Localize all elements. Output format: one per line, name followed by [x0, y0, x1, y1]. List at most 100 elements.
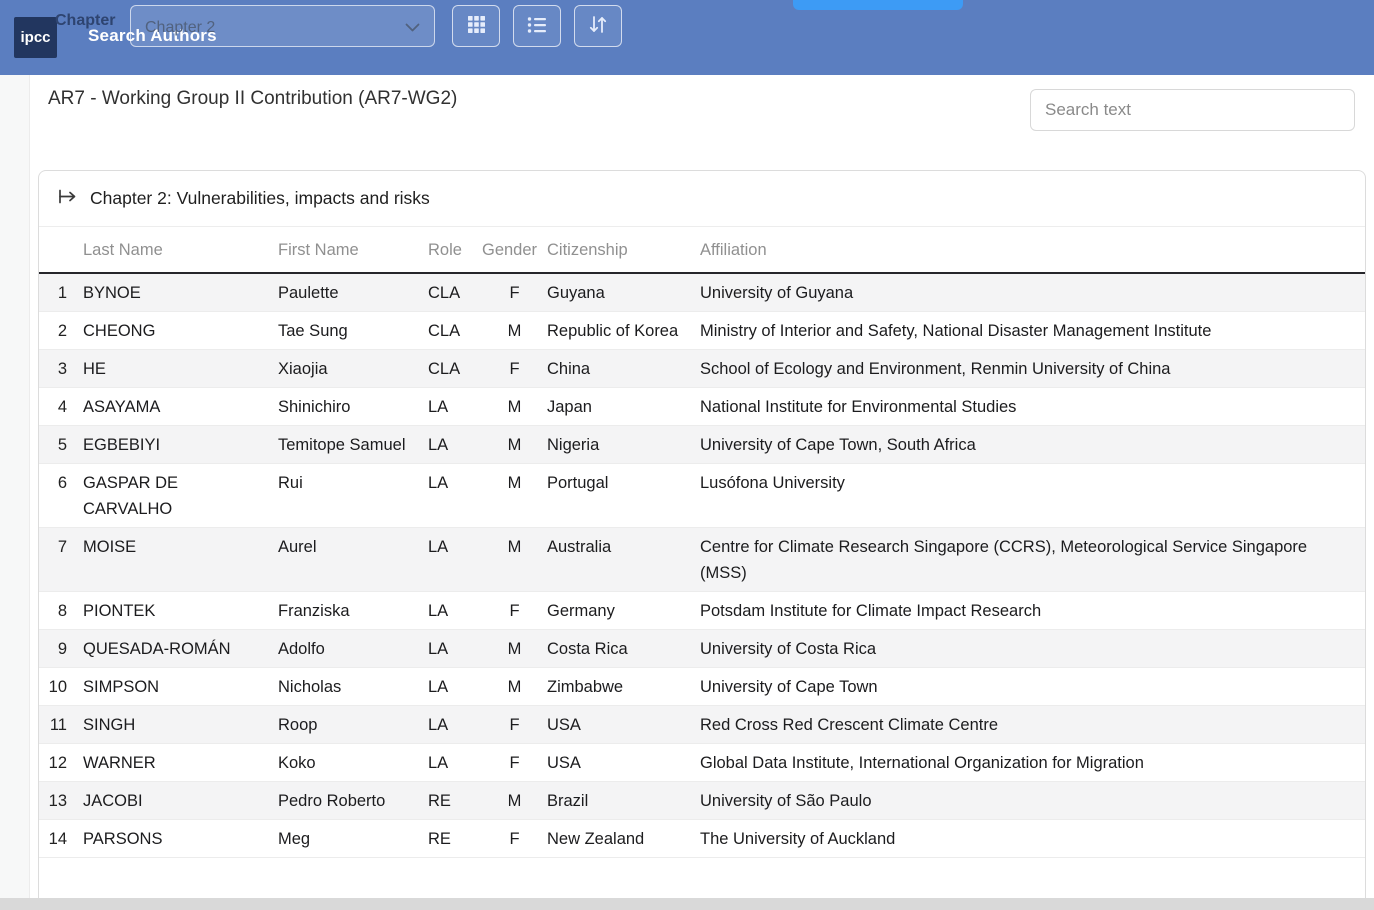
- search-input[interactable]: [1030, 89, 1355, 131]
- cell-role: CLA: [428, 350, 482, 387]
- chapter-card-title: Chapter 2: Vulnerabilities, impacts and …: [90, 188, 430, 209]
- table-body: 1 BYNOE Paulette CLA F Guyana University…: [39, 274, 1365, 858]
- cell-affiliation: Ministry of Interior and Safety, Nationa…: [700, 312, 1365, 349]
- grid-view-button[interactable]: [452, 5, 500, 47]
- table-row[interactable]: 11 SINGH Roop LA F USA Red Cross Red Cre…: [39, 706, 1365, 744]
- cell-gender: M: [482, 528, 547, 565]
- cell-gender: F: [482, 820, 547, 857]
- cell-citizenship: Japan: [547, 388, 700, 425]
- sort-button[interactable]: [574, 5, 622, 47]
- cell-last-name: ASAYAMA: [83, 388, 278, 425]
- cell-role: LA: [428, 744, 482, 781]
- table-row[interactable]: 9 QUESADA-ROMÁN Adolfo LA M Costa Rica U…: [39, 630, 1365, 668]
- table-row[interactable]: 13 JACOBI Pedro Roberto RE M Brazil Univ…: [39, 782, 1365, 820]
- cell-affiliation: National Institute for Environmental Stu…: [700, 388, 1365, 425]
- cell-first-name: Aurel: [278, 528, 428, 565]
- cell-role: RE: [428, 820, 482, 857]
- cell-role: LA: [428, 630, 482, 667]
- list-icon: [527, 16, 547, 37]
- column-header-citizenship[interactable]: Citizenship: [547, 227, 700, 272]
- cell-role: LA: [428, 464, 482, 501]
- cell-first-name: Meg: [278, 820, 428, 857]
- cell-citizenship: USA: [547, 744, 700, 781]
- cell-gender: F: [482, 350, 547, 387]
- cell-role: LA: [428, 706, 482, 743]
- table-row[interactable]: 4 ASAYAMA Shinichiro LA M Japan National…: [39, 388, 1365, 426]
- table-row[interactable]: 2 CHEONG Tae Sung CLA M Republic of Kore…: [39, 312, 1365, 350]
- row-number: 7: [39, 528, 83, 565]
- row-number: 6: [39, 464, 83, 501]
- cell-first-name: Rui: [278, 464, 428, 501]
- cell-first-name: Xiaojia: [278, 350, 428, 387]
- cell-last-name: HE: [83, 350, 278, 387]
- column-header-affiliation[interactable]: Affiliation: [700, 227, 1365, 272]
- top-header: ipcc Search Authors Chapter Chapter 2: [0, 0, 1374, 75]
- cell-affiliation: University of Guyana: [700, 274, 1365, 311]
- cell-last-name: JACOBI: [83, 782, 278, 819]
- cell-last-name: SIMPSON: [83, 668, 278, 705]
- table-row[interactable]: 6 GASPAR DE CARVALHO Rui LA M Portugal L…: [39, 464, 1365, 528]
- cell-last-name: QUESADA-ROMÁN: [83, 630, 278, 667]
- content-area: AR7 - Working Group II Contribution (AR7…: [0, 75, 1374, 910]
- cell-first-name: Temitope Samuel: [278, 426, 428, 463]
- column-header-last-name[interactable]: Last Name: [83, 227, 278, 272]
- table-header-row: Last Name First Name Role Gender Citizen…: [39, 227, 1365, 274]
- column-header-index: [39, 227, 83, 246]
- cell-gender: M: [482, 388, 547, 425]
- cell-last-name: BYNOE: [83, 274, 278, 311]
- cell-citizenship: Guyana: [547, 274, 700, 311]
- cell-citizenship: Zimbabwe: [547, 668, 700, 705]
- cell-affiliation: University of São Paulo: [700, 782, 1365, 819]
- cell-first-name: Paulette: [278, 274, 428, 311]
- table-row[interactable]: 3 HE Xiaojia CLA F China School of Ecolo…: [39, 350, 1365, 388]
- cell-gender: M: [482, 782, 547, 819]
- cell-gender: F: [482, 274, 547, 311]
- cell-gender: M: [482, 668, 547, 705]
- cell-affiliation: Lusófona University: [700, 464, 1365, 501]
- column-header-role[interactable]: Role: [428, 227, 482, 272]
- cell-citizenship: Brazil: [547, 782, 700, 819]
- cell-gender: F: [482, 592, 547, 629]
- cell-last-name: CHEONG: [83, 312, 278, 349]
- cell-first-name: Adolfo: [278, 630, 428, 667]
- cell-role: LA: [428, 668, 482, 705]
- table-row[interactable]: 12 WARNER Koko LA F USA Global Data Inst…: [39, 744, 1365, 782]
- cell-affiliation: Global Data Institute, International Org…: [700, 744, 1365, 781]
- table-row[interactable]: 8 PIONTEK Franziska LA F Germany Potsdam…: [39, 592, 1365, 630]
- row-number: 12: [39, 744, 83, 781]
- cell-affiliation: Centre for Climate Research Singapore (C…: [700, 528, 1365, 591]
- cell-first-name: Nicholas: [278, 668, 428, 705]
- row-number: 13: [39, 782, 83, 819]
- column-header-gender[interactable]: Gender: [482, 227, 547, 272]
- chapter-select[interactable]: Chapter 2: [130, 5, 435, 47]
- cell-affiliation: University of Costa Rica: [700, 630, 1365, 667]
- chapter-select-value: Chapter 2: [145, 15, 405, 37]
- cell-last-name: MOISE: [83, 528, 278, 565]
- table-row[interactable]: 7 MOISE Aurel LA M Australia Centre for …: [39, 528, 1365, 592]
- cell-affiliation: University of Cape Town: [700, 668, 1365, 705]
- column-header-first-name[interactable]: First Name: [278, 227, 428, 272]
- cell-citizenship: New Zealand: [547, 820, 700, 857]
- cell-citizenship: USA: [547, 706, 700, 743]
- cell-gender: M: [482, 464, 547, 501]
- list-view-button[interactable]: [513, 5, 561, 47]
- cell-role: RE: [428, 782, 482, 819]
- cell-last-name: EGBEBIYI: [83, 426, 278, 463]
- table-row[interactable]: 1 BYNOE Paulette CLA F Guyana University…: [39, 274, 1365, 312]
- row-number: 10: [39, 668, 83, 705]
- cell-affiliation: The University of Auckland: [700, 820, 1365, 857]
- grid-icon: [467, 15, 486, 37]
- cell-first-name: Shinichiro: [278, 388, 428, 425]
- table-row[interactable]: 10 SIMPSON Nicholas LA M Zimbabwe Univer…: [39, 668, 1365, 706]
- partial-top-button[interactable]: [793, 0, 963, 10]
- cell-citizenship: Australia: [547, 528, 700, 565]
- table-row[interactable]: 5 EGBEBIYI Temitope Samuel LA M Nigeria …: [39, 426, 1365, 464]
- cell-last-name: PARSONS: [83, 820, 278, 857]
- cell-role: LA: [428, 426, 482, 463]
- table-row[interactable]: 14 PARSONS Meg RE F New Zealand The Univ…: [39, 820, 1365, 858]
- cell-last-name: SINGH: [83, 706, 278, 743]
- arrow-from-bar-icon: [58, 188, 77, 209]
- cell-affiliation: University of Cape Town, South Africa: [700, 426, 1365, 463]
- cell-last-name: WARNER: [83, 744, 278, 781]
- chapter-filter-label: Chapter: [55, 12, 115, 30]
